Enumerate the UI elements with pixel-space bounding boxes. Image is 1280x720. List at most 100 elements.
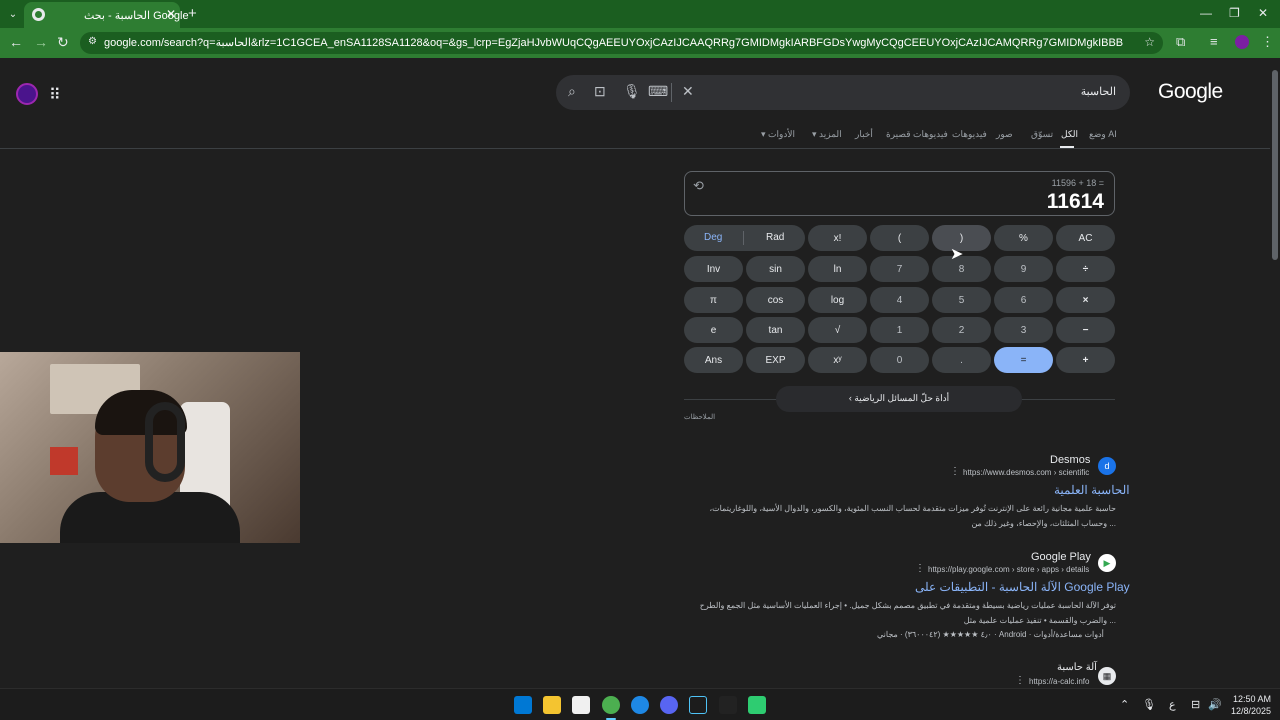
ln-key[interactable]: ln (808, 256, 867, 282)
digit-3-key[interactable]: 3 (994, 317, 1053, 343)
search-icon[interactable]: ⌕ (568, 83, 576, 100)
tab-search-dropdown[interactable]: ⌄ (4, 5, 22, 23)
result-title[interactable]: الآلة الحاسبة - التطبيقات على Google Pla… (915, 580, 1130, 594)
digit-5-key[interactable]: 5 (932, 287, 991, 313)
volume-icon[interactable]: 🔊 (1208, 698, 1222, 711)
app-icon[interactable] (748, 696, 766, 714)
open-paren-key[interactable]: ( (870, 225, 929, 251)
start-button[interactable] (514, 696, 532, 714)
multiply-key[interactable]: × (1056, 287, 1115, 313)
menu-icon[interactable]: ⋮ (1261, 34, 1274, 50)
active-tab[interactable]: الحاسبة - بحث Google ✕ (24, 2, 189, 28)
digit-0-key[interactable]: 0 (870, 347, 929, 373)
tan-key[interactable]: tan (746, 317, 805, 343)
result-url[interactable]: https://play.google.com › store › apps ›… (928, 565, 1089, 574)
bookmark-star-icon[interactable]: ☆ (1144, 35, 1155, 49)
e-key[interactable]: e (684, 317, 743, 343)
scroll-thumb[interactable] (1272, 70, 1278, 260)
math-solver-button[interactable]: ‹ أداة حلّ المسائل الرياضية (776, 386, 1022, 412)
tab-short-videos[interactable]: فيديوهات قصيرة (886, 129, 948, 140)
tab-more[interactable]: ▾ المزيد (812, 129, 842, 140)
deg-button[interactable]: Deg (704, 232, 722, 243)
result-url[interactable]: https://www.desmos.com › scientific (963, 468, 1089, 477)
pi-key[interactable]: π (684, 287, 743, 313)
sin-key[interactable]: sin (746, 256, 805, 282)
digit-1-key[interactable]: 1 (870, 317, 929, 343)
tab-videos[interactable]: فيديوهات (952, 129, 987, 140)
digit-4-key[interactable]: 4 (870, 287, 929, 313)
percent-key[interactable]: % (994, 225, 1053, 251)
result-site-name[interactable]: Desmos (1050, 454, 1090, 466)
subtract-key[interactable]: − (1056, 317, 1115, 343)
address-bar[interactable]: ⚙ google.com/search?q=الحاسبة&rlz=1C1GCE… (80, 32, 1163, 54)
digit-2-key[interactable]: 2 (932, 317, 991, 343)
discord-icon[interactable] (660, 696, 678, 714)
tab-close-icon[interactable]: ✕ (166, 7, 176, 21)
power-key[interactable]: xʸ (808, 347, 867, 373)
all-clear-key[interactable]: AC (1056, 225, 1115, 251)
clock-time[interactable]: 12:50 AM (1231, 694, 1271, 704)
tab-images[interactable]: صور (996, 129, 1013, 140)
equals-key[interactable]: = (994, 347, 1053, 373)
result-more-icon[interactable]: ⋮ (1015, 675, 1025, 686)
tab-all[interactable]: الكل (1061, 129, 1078, 140)
minimize-button[interactable]: — (1200, 6, 1212, 20)
result-url[interactable]: https://a-calc.info (1029, 677, 1089, 686)
divide-key[interactable]: ÷ (1056, 256, 1115, 282)
restore-button[interactable]: ❐ (1229, 6, 1240, 20)
sqrt-key[interactable]: √ (808, 317, 867, 343)
media-control-icon[interactable]: ≡ (1210, 34, 1218, 49)
log-key[interactable]: log (808, 287, 867, 313)
decimal-key[interactable]: . (932, 347, 991, 373)
keyboard-icon[interactable]: ⌨ (648, 83, 668, 100)
google-apps-icon[interactable]: ⠿ (49, 85, 61, 105)
lens-icon[interactable]: ⊡ (594, 83, 606, 100)
close-window-button[interactable]: ✕ (1258, 6, 1268, 20)
back-button[interactable]: ← (9, 34, 23, 50)
clear-icon[interactable]: ✕ (682, 83, 694, 100)
microphone-tray-icon[interactable]: 🎙 (1142, 698, 1156, 711)
exp-key[interactable]: EXP (746, 347, 805, 373)
add-key[interactable]: + (1056, 347, 1115, 373)
new-tab-button[interactable]: + (188, 5, 197, 22)
digit-7-key[interactable]: 7 (870, 256, 929, 282)
clock-date[interactable]: 12/8/2025 (1225, 706, 1271, 716)
feedback-link[interactable]: الملاحظات (684, 413, 715, 421)
url-text[interactable]: google.com/search?q=الحاسبة&rlz=1C1GCEA_… (104, 36, 1124, 49)
result-site-name[interactable]: Google Play (1031, 551, 1091, 563)
account-avatar[interactable] (16, 83, 38, 105)
app-icon[interactable] (719, 696, 737, 714)
google-logo[interactable]: Google (1158, 80, 1223, 104)
tab-shopping[interactable]: تسوّق (1031, 129, 1053, 140)
reload-button[interactable]: ↻ (57, 34, 69, 51)
search-box[interactable]: ⌕ ⊡ 🎙 ⌨ ✕ الحاسبة (556, 75, 1130, 110)
forward-button[interactable]: → (34, 34, 48, 50)
history-icon[interactable]: ⟲ (693, 178, 704, 194)
search-input[interactable]: الحاسبة (1081, 85, 1116, 98)
app-icon[interactable] (631, 696, 649, 714)
inv-key[interactable]: Inv (684, 256, 743, 282)
chrome-taskbar-icon[interactable] (602, 696, 620, 714)
digit-9-key[interactable]: 9 (994, 256, 1053, 282)
tray-chevron-icon[interactable]: ⌃ (1120, 698, 1129, 711)
rad-button[interactable]: Rad (766, 232, 784, 243)
factorial-key[interactable]: x! (808, 225, 867, 251)
result-title[interactable]: الحاسبة العلمية (1054, 483, 1130, 497)
store-icon[interactable] (572, 696, 590, 714)
result-more-icon[interactable]: ⋮ (915, 563, 925, 574)
profile-avatar[interactable] (1235, 35, 1249, 49)
result-site-name[interactable]: آلة حاسبة (1057, 662, 1097, 673)
tab-tools[interactable]: ▾ الأدوات (761, 129, 795, 140)
network-icon[interactable]: ⊟ (1191, 698, 1200, 711)
file-explorer-icon[interactable] (543, 696, 561, 714)
site-info-icon[interactable]: ⚙ (88, 36, 97, 47)
language-indicator[interactable]: ع (1169, 698, 1176, 711)
extensions-icon[interactable]: ⧉ (1176, 34, 1185, 50)
page-scrollbar[interactable] (1270, 58, 1280, 688)
cos-key[interactable]: cos (746, 287, 805, 313)
ans-key[interactable]: Ans (684, 347, 743, 373)
result-more-icon[interactable]: ⋮ (950, 466, 960, 477)
tab-news[interactable]: أخبار (855, 129, 873, 140)
app-icon[interactable] (689, 696, 707, 714)
tab-ai-mode[interactable]: وضع AI (1089, 129, 1117, 140)
